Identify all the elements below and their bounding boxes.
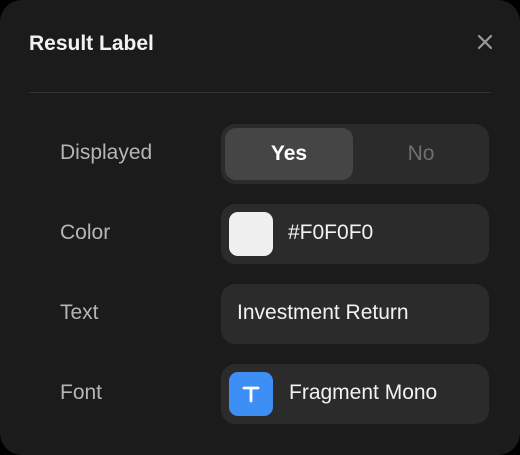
color-value: #F0F0F0 — [288, 221, 374, 244]
color-swatch[interactable] — [229, 212, 273, 256]
close-icon-glyph — [477, 34, 493, 50]
result-label-dialog: Result Label Displayed Yes No Color #F0F… — [0, 0, 520, 455]
font-value: Fragment Mono — [289, 381, 438, 404]
displayed-label: Displayed — [60, 141, 153, 164]
displayed-no-option[interactable]: No — [357, 128, 485, 180]
text-font-icon — [229, 372, 273, 416]
color-field[interactable]: #F0F0F0 — [221, 204, 489, 264]
displayed-toggle: Yes No — [221, 124, 489, 184]
displayed-yes-option[interactable]: Yes — [225, 128, 353, 180]
font-label: Font — [60, 381, 103, 404]
color-label: Color — [60, 221, 111, 244]
text-font-icon-glyph — [242, 386, 260, 403]
close-icon[interactable] — [471, 28, 499, 56]
font-selector[interactable]: Fragment Mono — [221, 364, 489, 424]
dialog-header: Result Label — [29, 0, 493, 93]
text-label: Text — [60, 301, 99, 324]
dialog-title: Result Label — [29, 32, 154, 55]
text-input[interactable]: Investment Return — [221, 284, 489, 344]
text-input-value: Investment Return — [237, 301, 409, 324]
